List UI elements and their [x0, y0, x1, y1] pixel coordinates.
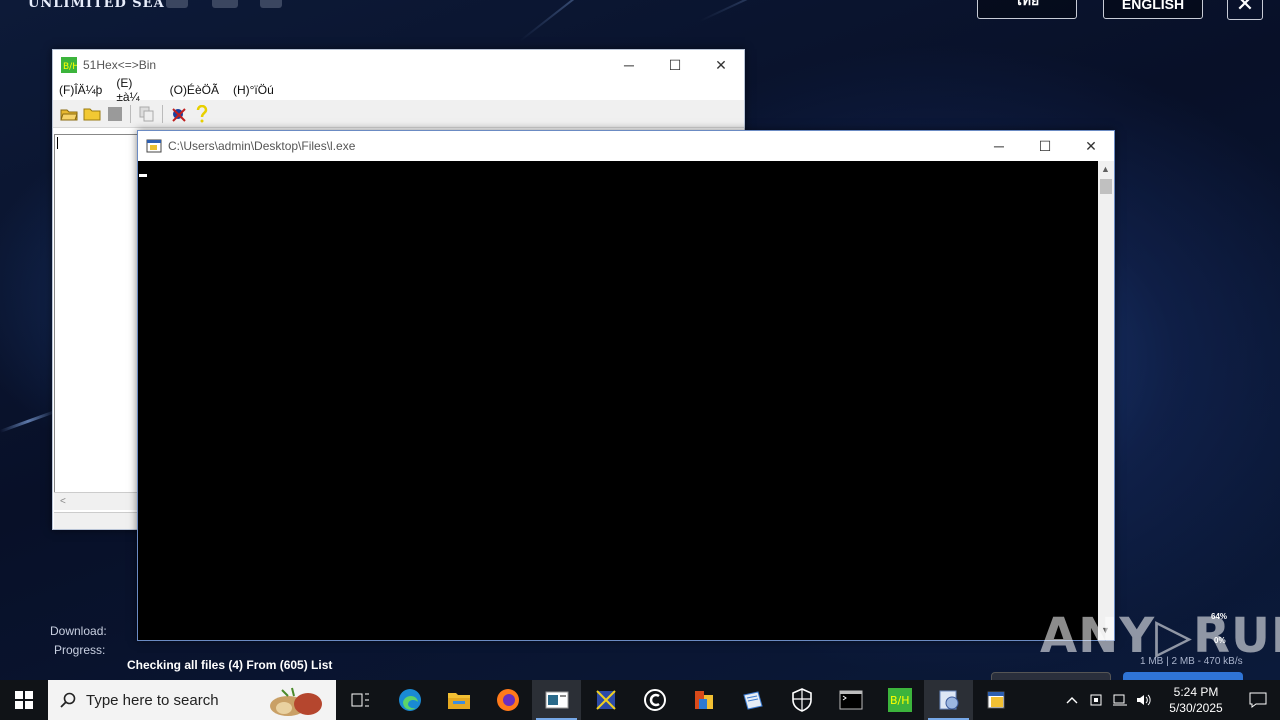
convert-tool-icon[interactable] [169, 105, 189, 123]
taskbar: Type here to search B/H 5:24 PM 5/30/202… [0, 680, 1280, 720]
hex-app-taskbar-icon[interactable] [532, 680, 581, 720]
vertical-scrollbar[interactable]: ▲ ▼ [1098, 161, 1114, 640]
hex-bin-taskbar-icon[interactable]: B/H [875, 680, 924, 720]
console-output-area[interactable] [138, 161, 1098, 640]
volume-icon[interactable] [1132, 693, 1156, 707]
device-icon[interactable] [1084, 693, 1108, 707]
office-app-icon[interactable] [679, 680, 728, 720]
toolbar-separator [130, 104, 131, 123]
text-caret [57, 137, 58, 149]
menu-edit[interactable]: (E)±à¼­ [116, 76, 155, 104]
light-streak [699, 0, 973, 22]
help-icon[interactable] [192, 104, 212, 123]
chevron-up-icon[interactable] [1060, 696, 1084, 704]
horizontal-scrollbar[interactable]: < [54, 492, 138, 510]
hex-menubar: (F)ÎÄ¼þ (E)±à¼­ (O)ÉèÖÃ (H)°ïÖú [53, 76, 744, 104]
hex-edit-area[interactable] [54, 134, 138, 510]
search-placeholder: Type here to search [86, 691, 219, 709]
light-streak [519, 0, 726, 42]
close-button[interactable]: ✕ [1068, 131, 1114, 161]
svg-text:B/H: B/H [890, 694, 910, 707]
search-icon [60, 692, 76, 708]
taskbar-search-box[interactable]: Type here to search [48, 680, 336, 720]
console-window-title: C:\Users\admin\Desktop\Files\l.exe [168, 139, 356, 153]
download-label: Download: [50, 624, 107, 638]
folder-icon[interactable] [82, 105, 102, 123]
system-tray: 5:24 PM 5/30/2025 [1060, 680, 1280, 720]
windows-logo-icon [15, 691, 33, 709]
taskbar-clock[interactable]: 5:24 PM 5/30/2025 [1156, 684, 1236, 716]
launcher-close-button[interactable]: ✕ [1227, 0, 1263, 20]
copy-icon[interactable] [137, 105, 157, 123]
launcher-toolbar-icon[interactable] [166, 0, 188, 8]
language-thai-button[interactable]: ไทย [977, 0, 1077, 19]
network-tool-icon[interactable] [581, 680, 630, 720]
minimize-button[interactable]: ─ [976, 131, 1022, 161]
start-game-button[interactable] [1123, 672, 1243, 680]
maximize-button[interactable]: ☐ [652, 50, 698, 80]
toolbar-separator [162, 104, 163, 123]
search-highlight-image [270, 687, 322, 716]
hex-toolbar [53, 100, 744, 128]
maximize-button[interactable]: ☐ [1022, 131, 1068, 161]
progress-label: Progress: [54, 643, 106, 657]
console-app-icon [146, 139, 162, 153]
launcher-brand-logo: UNLIMITED SEA [28, 0, 165, 11]
console-taskbar-icon[interactable] [973, 680, 1022, 720]
task-view-icon[interactable] [336, 680, 385, 720]
clock-date: 5/30/2025 [1169, 701, 1223, 715]
firefox-icon[interactable] [483, 680, 532, 720]
close-button[interactable]: ✕ [698, 50, 744, 80]
hex-app-icon: B/H [61, 57, 77, 73]
clock-time: 5:24 PM [1173, 685, 1219, 699]
console-window-titlebar[interactable]: C:\Users\admin\Desktop\Files\l.exe ─ ☐ ✕ [138, 131, 1114, 161]
open-folder-icon[interactable] [59, 105, 79, 123]
scroll-up-icon[interactable]: ▲ [1101, 164, 1110, 174]
ccleaner-icon[interactable] [630, 680, 679, 720]
command-prompt-icon[interactable] [826, 680, 875, 720]
anyrun-watermark: ANY▷RUN [1040, 608, 1280, 664]
menu-options[interactable]: (O)ÉèÖÃ [170, 83, 219, 97]
notepad-app-icon[interactable] [728, 680, 777, 720]
launcher-toolbar-icon[interactable] [212, 0, 238, 8]
menu-file[interactable]: (F)ÎÄ¼þ [59, 83, 102, 97]
notification-icon[interactable] [1236, 692, 1280, 708]
console-cursor [139, 174, 147, 177]
start-button[interactable] [0, 680, 48, 720]
network-icon[interactable] [1108, 693, 1132, 707]
save-icon[interactable] [105, 105, 125, 123]
hex-window-title: 51Hex<=>Bin [83, 58, 157, 72]
menu-help[interactable]: (H)°ïÖú [233, 83, 274, 97]
svg-text:B/H: B/H [63, 62, 77, 72]
launcher-toolbar-icon[interactable] [260, 0, 282, 8]
hex-statusbar [54, 512, 138, 529]
minimize-button[interactable]: ─ [606, 50, 652, 80]
update-button[interactable] [991, 672, 1111, 680]
file-explorer-icon[interactable] [434, 680, 483, 720]
installer-app-icon[interactable] [924, 680, 973, 720]
light-streak [0, 409, 57, 433]
language-english-button[interactable]: ENGLISH [1103, 0, 1203, 19]
console-window: C:\Users\admin\Desktop\Files\l.exe ─ ☐ ✕… [137, 130, 1115, 641]
scrollbar-thumb[interactable] [1100, 179, 1112, 194]
download-status-text: Checking all files (4) From (605) List [127, 658, 333, 672]
edge-browser-icon[interactable] [385, 680, 434, 720]
scroll-left-icon[interactable]: < [60, 496, 66, 507]
security-shield-icon[interactable] [777, 680, 826, 720]
hex-window-titlebar[interactable]: B/H 51Hex<=>Bin ─ ☐ ✕ [53, 50, 744, 80]
